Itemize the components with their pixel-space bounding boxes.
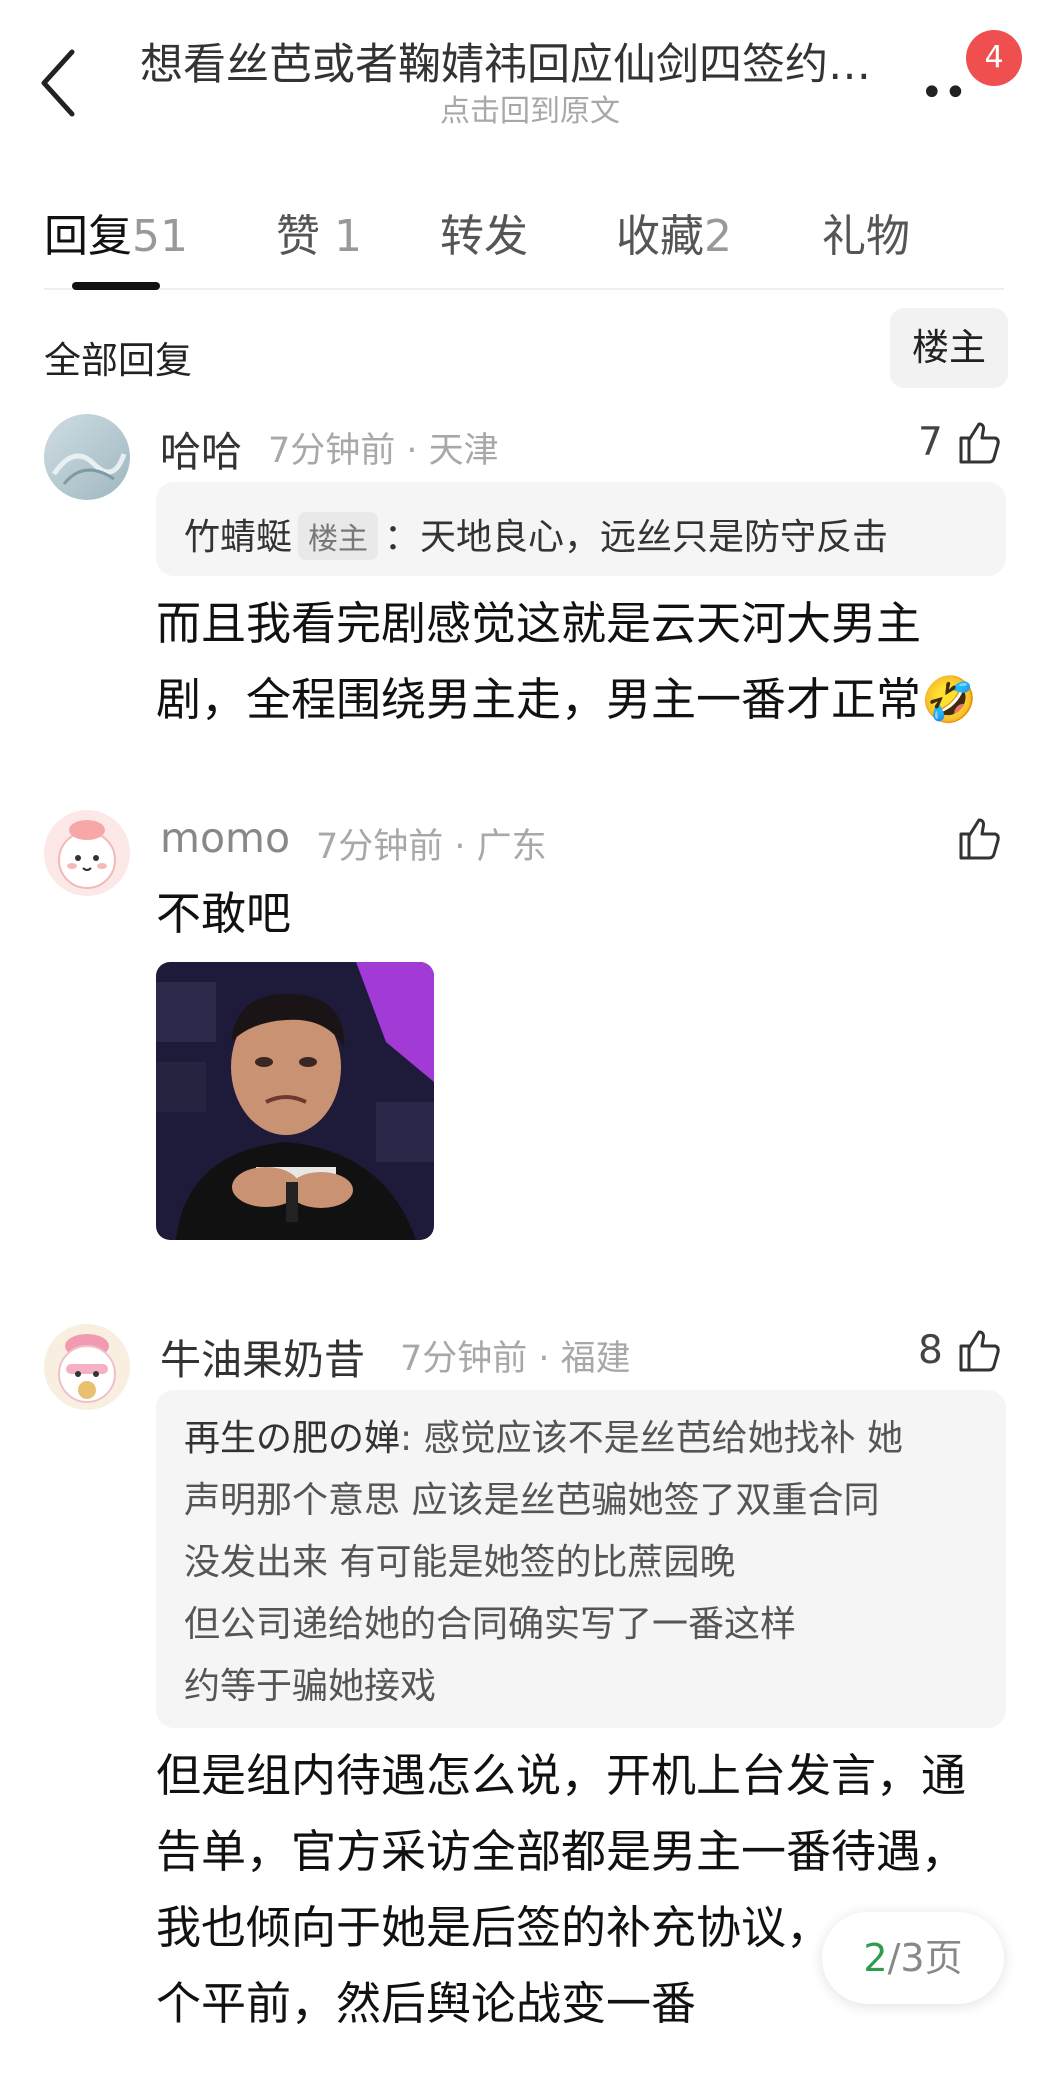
quoted-text: ：天地良心，远丝只是防守反击 xyxy=(384,517,889,558)
comment-line: 不敢吧 xyxy=(156,887,292,940)
tab-gifts[interactable]: 礼物 xyxy=(822,200,910,264)
thumbs-up-icon[interactable] xyxy=(955,814,1003,862)
back-to-original-link[interactable]: 点击回到原文 xyxy=(380,86,680,130)
quoted-text: : 感觉应该不是丝芭给她找补 她 xyxy=(400,1418,904,1459)
total-pages: /3页 xyxy=(887,1936,963,1980)
tab-label: 转发 xyxy=(440,211,528,262)
like-count: 7 xyxy=(918,420,943,465)
tab-count: 2 xyxy=(704,211,732,262)
current-page: 2 xyxy=(863,1936,888,1980)
tab-label: 礼物 xyxy=(822,211,910,262)
back-arrow-icon[interactable] xyxy=(38,48,78,118)
username[interactable]: momo xyxy=(160,814,290,862)
tab-count: 51 xyxy=(132,211,188,262)
tab-likes[interactable]: 赞 1 xyxy=(276,200,362,264)
quoted-reply[interactable]: 再生の肥の婵: 感觉应该不是丝芭给她找补 她 声明那个意思 应该是丝芭骗她签了双… xyxy=(156,1390,1006,1728)
active-tab-indicator xyxy=(72,282,160,290)
quoted-author[interactable]: 竹蜻蜓 xyxy=(184,517,292,558)
notification-badge[interactable]: 4 xyxy=(966,30,1022,86)
avatar-image xyxy=(44,414,130,500)
avatar-image xyxy=(44,810,130,896)
more-options-icon[interactable]: •• xyxy=(920,70,967,116)
quoted-line: 约等于骗她接戏 xyxy=(184,1666,437,1707)
section-title: 全部回复 xyxy=(44,339,192,382)
tab-label: 收藏 xyxy=(616,211,704,262)
op-tag: 楼主 xyxy=(298,512,379,560)
meme-image xyxy=(156,962,434,1240)
comment-line: 告单，官方采访全部都是男主一番待遇， xyxy=(156,1825,967,1878)
tab-count: 1 xyxy=(334,211,362,262)
comment-meta: 7分钟前 · 广东 xyxy=(316,827,547,867)
comment-line: 剧，全程围绕男主走，男主一番才正常🤣 xyxy=(156,673,978,726)
thumbs-up-icon[interactable] xyxy=(955,418,1003,466)
tab-reposts[interactable]: 转发 xyxy=(440,200,528,264)
comment-body: 不敢吧 xyxy=(156,876,291,952)
comment-meta: 7分钟前 · 福建 xyxy=(400,1339,631,1379)
avatar[interactable] xyxy=(44,1324,130,1410)
tab-favorites[interactable]: 收藏2 xyxy=(616,200,732,264)
quoted-author[interactable]: 再生の肥の婵 xyxy=(184,1418,400,1459)
quoted-line: 声明那个意思 应该是丝芭骗她签了双重合同 xyxy=(184,1480,880,1521)
tab-label: 回复 xyxy=(44,211,132,262)
username[interactable]: 牛油果奶昔 xyxy=(160,1326,365,1386)
comment-meta: 7分钟前 · 天津 xyxy=(268,431,499,471)
avatar[interactable] xyxy=(44,810,130,896)
op-only-filter-button[interactable]: 楼主 xyxy=(890,308,1008,388)
comment-line: 而且我看完剧感觉这就是云天河大男主 xyxy=(156,597,922,650)
username[interactable]: 哈哈 xyxy=(160,418,242,478)
quoted-line: 没发出来 有可能是她签的比蔗园晚 xyxy=(184,1542,736,1583)
thumbs-up-icon[interactable] xyxy=(955,1326,1003,1374)
avatar[interactable] xyxy=(44,414,130,500)
comment-line: 但是组内待遇怎么说，开机上台发言，通 xyxy=(156,1749,967,1802)
comment-image[interactable] xyxy=(156,962,434,1240)
quoted-reply[interactable]: 竹蜻蜓 楼主 ：天地良心，远丝只是防守反击 xyxy=(156,482,1006,576)
tab-replies[interactable]: 回复51 xyxy=(44,200,188,264)
tab-divider xyxy=(44,288,1004,290)
comment-body: 而且我看完剧感觉这就是云天河大男主 剧，全程围绕男主走，男主一番才正常🤣 xyxy=(156,586,1036,738)
page-indicator[interactable]: 2/3页 xyxy=(822,1912,1004,2004)
like-count: 8 xyxy=(918,1328,943,1373)
thread-title[interactable]: 想看丝芭或者鞠婧祎回应仙剑四签约… xyxy=(140,30,880,92)
avatar-image xyxy=(44,1324,130,1410)
tab-label: 赞 xyxy=(276,211,320,262)
quoted-line: 但公司递给她的合同确实写了一番这样 xyxy=(184,1604,797,1645)
quoted-line: 再生の肥の婵: 感觉应该不是丝芭给她找补 她 xyxy=(184,1408,978,1470)
